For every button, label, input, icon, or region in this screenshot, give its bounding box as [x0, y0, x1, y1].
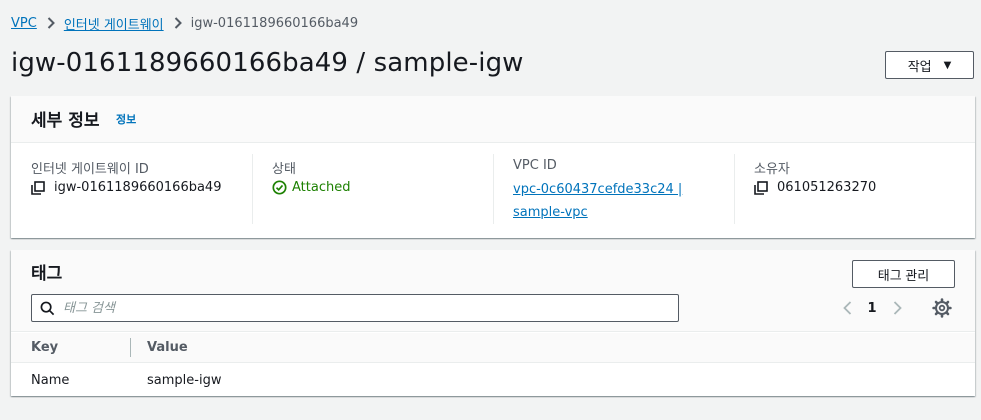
column-divider: [734, 154, 735, 224]
info-link[interactable]: 정보: [116, 111, 136, 127]
page-title: igw-0161189660166ba49 / sample-igw: [11, 48, 524, 78]
status-badge: Attached: [292, 180, 351, 195]
tags-panel: 태그 태그 관리 1: [11, 250, 975, 396]
details-panel: 세부 정보 정보 인터넷 게이트웨이 ID igw-0161189660166b…: [11, 96, 975, 238]
actions-button[interactable]: 작업 ▼: [885, 51, 974, 79]
breadcrumb-current: igw-0161189660166ba49: [190, 15, 359, 31]
igw-id-label: 인터넷 게이트웨이 ID: [31, 162, 149, 177]
gear-icon[interactable]: [932, 298, 952, 318]
state-value-row: Attached: [272, 180, 350, 195]
breadcrumb-internet-gateways-link[interactable]: 인터넷 게이트웨이: [64, 14, 164, 33]
tag-search-box: [31, 294, 679, 322]
pagination: 1: [837, 294, 907, 322]
owner-label: 소유자: [754, 162, 790, 177]
copy-icon[interactable]: [754, 180, 768, 195]
next-page-icon[interactable]: [887, 301, 907, 315]
tag-value-cell: sample-igw: [147, 373, 222, 388]
owner-value: 061051263270: [777, 180, 877, 195]
igw-id-field: 인터넷 게이트웨이 ID igw-0161189660166ba49: [11, 154, 252, 224]
igw-id-value: igw-0161189660166ba49: [54, 180, 222, 195]
owner-value-row: 061051263270: [754, 180, 876, 195]
breadcrumb: VPC 인터넷 게이트웨이 igw-0161189660166ba49: [11, 13, 358, 33]
igw-id-value-row: igw-0161189660166ba49: [31, 180, 221, 195]
tag-search-input[interactable]: [63, 300, 643, 316]
details-header: 세부 정보 정보: [11, 96, 975, 143]
vpc-id-label: VPC ID: [513, 158, 557, 173]
details-title: 세부 정보: [31, 111, 100, 131]
page-number[interactable]: 1: [857, 301, 887, 316]
vpc-id-field: VPC ID vpc-0c60437cefde33c24 | sample-vp…: [493, 154, 734, 224]
actions-button-label: 작업: [907, 59, 932, 75]
tag-key-cell: Name: [31, 373, 70, 388]
details-columns: 인터넷 게이트웨이 ID igw-0161189660166ba49 상태 At…: [11, 154, 975, 224]
chevron-right-icon: [47, 17, 55, 29]
state-field: 상태 Attached: [252, 154, 493, 224]
column-divider: [493, 154, 494, 224]
chevron-right-icon: [174, 17, 182, 29]
caret-down-icon: ▼: [943, 59, 952, 71]
column-header-value[interactable]: Value: [147, 340, 188, 355]
breadcrumb-vpc-link[interactable]: VPC: [11, 16, 37, 31]
column-header-key[interactable]: Key: [31, 340, 58, 355]
search-icon: [40, 301, 55, 316]
state-label: 상태: [272, 162, 296, 177]
table-header: Key Value: [11, 333, 975, 363]
vpc-id-link[interactable]: vpc-0c60437cefde33c24 | sample-vpc: [513, 178, 703, 224]
column-divider: [252, 154, 253, 224]
tags-header: 태그 태그 관리 1: [11, 250, 975, 332]
column-resize-handle[interactable]: [130, 338, 131, 357]
copy-icon[interactable]: [31, 180, 45, 195]
check-circle-icon: [272, 180, 287, 195]
manage-tags-button[interactable]: 태그 관리: [852, 260, 955, 288]
table-row: Name sample-igw: [11, 364, 975, 396]
previous-page-icon[interactable]: [837, 301, 857, 315]
owner-field: 소유자 061051263270: [734, 154, 975, 224]
tags-title: 태그: [31, 264, 63, 284]
